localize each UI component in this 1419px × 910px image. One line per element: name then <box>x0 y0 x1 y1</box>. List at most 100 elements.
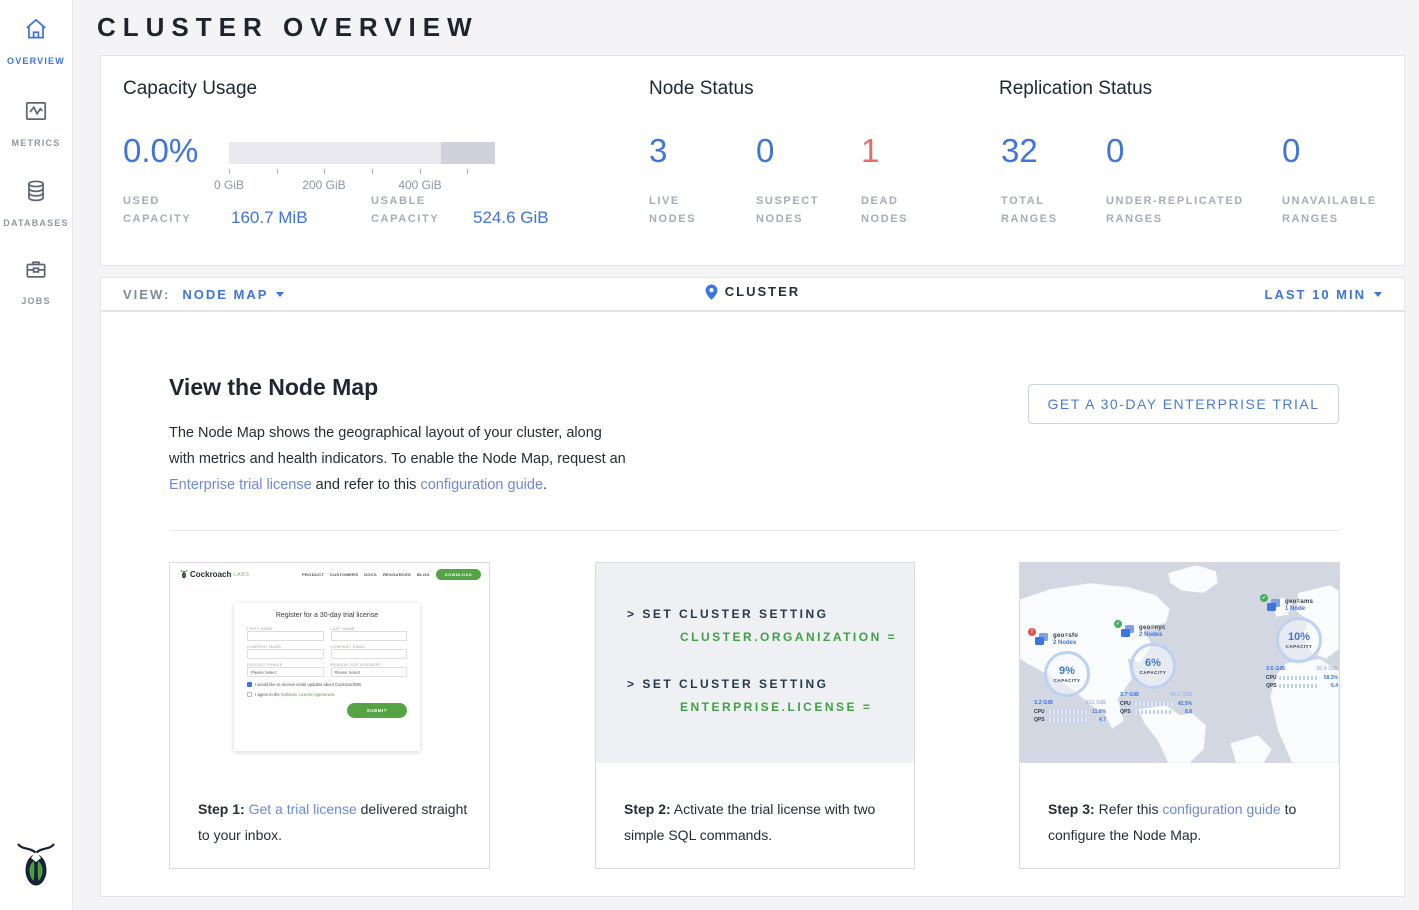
view-selector-value: NODE MAP <box>182 287 268 302</box>
node-map-panel: View the Node Map The Node Map shows the… <box>100 311 1405 897</box>
nav-item: BLOG <box>417 572 430 577</box>
trial-registration-form: Register for a 30-day trial license FIRS… <box>234 603 420 751</box>
usable-capacity-value: 524.6 GiB <box>473 208 549 228</box>
axis-tick-label: 0 GiB <box>194 178 264 192</box>
capacity-usage-title: Capacity Usage <box>123 78 257 100</box>
capacity-bar-nonusable-segment <box>441 142 495 164</box>
cpu-label: CPU <box>1034 709 1044 715</box>
qps-bar <box>1047 718 1087 722</box>
metrics-icon <box>0 98 72 129</box>
unavailable-ranges-label: UNAVAILABLE RANGES <box>1282 192 1392 228</box>
code-line: > SET CLUSTER SETTING <box>627 677 914 691</box>
capacity-used: 3.7 GiB <box>1120 692 1139 698</box>
cpu-value: 11.0% <box>1090 709 1106 715</box>
node-locality: geo=nyc <box>1139 625 1166 631</box>
node-count: 1 Node <box>1285 606 1313 612</box>
cpu-bar <box>1047 710 1087 714</box>
node-map-heading: View the Node Map <box>169 374 378 401</box>
divider <box>169 530 1340 531</box>
view-label: VIEW: <box>123 287 170 302</box>
checkbox-checked-icon <box>247 682 252 687</box>
get-trial-license-link[interactable]: Get a trial license <box>249 801 357 817</box>
description-text: The Node Map shows the geographical layo… <box>169 425 626 467</box>
axis-tick <box>372 169 373 174</box>
axis-tick-label: 200 GiB <box>289 178 359 192</box>
total-ranges-label: TOTAL RANGES <box>1001 192 1081 228</box>
capacity-used: 3.6 GiB <box>1266 666 1285 672</box>
cpu-label: CPU <box>1120 701 1130 707</box>
used-capacity-value: 160.7 MiB <box>231 208 308 228</box>
sidebar-item-label: JOBS <box>21 296 50 306</box>
sidebar-item-label: METRICS <box>12 138 61 148</box>
step-3-caption: Step 3: Refer this configuration guide t… <box>1048 796 1321 848</box>
chevron-down-icon <box>276 292 284 297</box>
breadcrumb: CLUSTER <box>101 284 1404 305</box>
page-title: CLUSTER OVERVIEW <box>97 12 479 43</box>
nav-item: PRODUCT <box>302 572 324 577</box>
view-bar: VIEW: NODE MAP CLUSTER LAST 10 MIN <box>100 277 1405 311</box>
node-status-title: Node Status <box>649 78 754 100</box>
under-replicated-ranges-label: UNDER-REPLICATED RANGES <box>1106 192 1266 228</box>
qps-label: QPS <box>1034 717 1044 723</box>
sidebar-item-jobs[interactable]: JOBS <box>0 256 72 309</box>
enterprise-trial-license-link[interactable]: Enterprise trial license <box>169 477 312 493</box>
sidebar-item-overview[interactable]: OVERVIEW <box>0 16 72 69</box>
text-input <box>331 631 408 641</box>
cockroachdb-logo <box>0 841 72 896</box>
capacity-total: 531 GiB <box>1086 700 1106 706</box>
qps-value: 8.8 <box>1176 709 1192 715</box>
select-input: Please Select <box>331 667 408 677</box>
node-count: 2 Nodes <box>1053 640 1078 646</box>
sidebar-item-databases[interactable]: DATABASES <box>0 178 72 231</box>
capacity-gauge: 9% CAPACITY <box>1044 651 1090 697</box>
cpu-bar <box>1279 676 1319 680</box>
suspect-nodes-count: 0 <box>756 132 774 170</box>
under-replicated-ranges-count: 0 <box>1106 132 1124 170</box>
axis-tick <box>277 169 278 174</box>
capacity-percent: 0.0% <box>123 132 198 170</box>
suspect-nodes-label: SUSPECT NODES <box>756 192 836 228</box>
time-range-dropdown[interactable]: LAST 10 MIN <box>1265 287 1382 302</box>
cpu-bar <box>1133 702 1173 706</box>
enterprise-trial-button[interactable]: GET A 30-DAY ENTERPRISE TRIAL <box>1028 384 1339 424</box>
map-node-nyc: ✓ geo=nyc 2 Nodes 6% CAPACITY 3.7 GiB 43… <box>1120 625 1204 715</box>
node-map-preview: ! geo=sfo 2 Nodes 9% CAPACITY 3.2 GiB 53… <box>1020 563 1339 763</box>
time-range-value: LAST 10 MIN <box>1265 287 1366 302</box>
axis-tick <box>229 169 230 174</box>
license-agreement-checkbox-row: I agree to the Software License Agreemen… <box>247 692 407 697</box>
node-status-dead-icon: ! <box>1028 628 1036 636</box>
qps-bar <box>1279 684 1319 688</box>
cluster-summary-card: Capacity Usage 0.0% 0 GiB 200 GiB 400 Gi… <box>100 55 1405 266</box>
cockroach-labs-brand: Cockroach LABS <box>180 569 249 580</box>
configuration-guide-link[interactable]: configuration guide <box>420 477 543 493</box>
brand-suffix: LABS <box>233 572 249 578</box>
capacity-gauge: 10% CAPACITY <box>1276 617 1322 663</box>
database-icon <box>0 178 72 209</box>
text-input <box>247 649 324 659</box>
map-node-ams: ✓ geo=ams 1 Node 10% CAPACITY 3.6 GiB 36… <box>1266 599 1339 689</box>
cpu-value: 58.3% <box>1322 675 1338 681</box>
sidebar-item-label: DATABASES <box>3 218 68 228</box>
cpu-label: CPU <box>1266 675 1276 681</box>
sidebar-item-metrics[interactable]: METRICS <box>0 98 72 151</box>
cluster-breadcrumb[interactable]: CLUSTER <box>705 284 800 300</box>
code-line: > SET CLUSTER SETTING <box>627 607 914 621</box>
capacity-label: CAPACITY <box>1140 670 1167 675</box>
capacity-percent: 9% <box>1059 665 1075 677</box>
node-map-description: The Node Map shows the geographical layo… <box>169 420 629 498</box>
step-1-card: Cockroach LABS PRODUCT CUSTOMERS DOCS RE… <box>169 562 490 869</box>
live-nodes-count: 3 <box>649 132 667 170</box>
text-input <box>331 649 408 659</box>
qps-value: 4.7 <box>1090 717 1106 723</box>
qps-label: QPS <box>1266 683 1276 689</box>
usable-capacity-label: USABLE CAPACITY <box>371 192 466 228</box>
site-nav: PRODUCT CUSTOMERS DOCS RESOURCES BLOG DO… <box>302 569 481 580</box>
view-selector-dropdown[interactable]: NODE MAP <box>182 287 284 302</box>
sidebar: OVERVIEW METRICS DATABASES <box>0 0 73 910</box>
qps-label: QPS <box>1120 709 1130 715</box>
capacity-used: 3.2 GiB <box>1034 700 1053 706</box>
nav-item: DOCS <box>364 572 377 577</box>
axis-tick <box>420 169 421 174</box>
configuration-guide-link[interactable]: configuration guide <box>1162 801 1280 817</box>
nav-item: CUSTOMERS <box>330 572 358 577</box>
